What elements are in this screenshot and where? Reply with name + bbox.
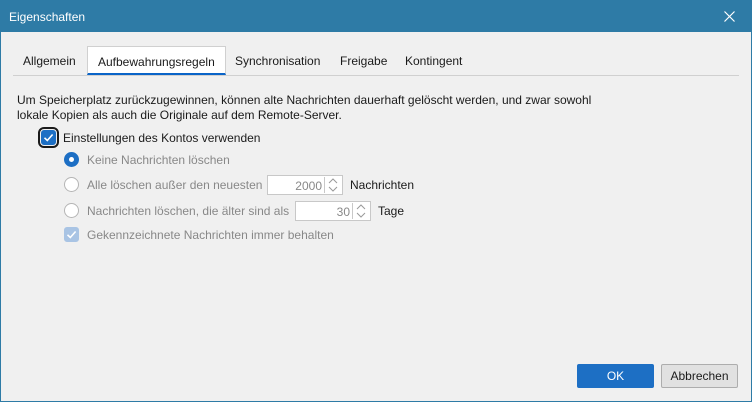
newest-count-spinner[interactable]: 2000 (267, 175, 343, 195)
close-button[interactable] (707, 1, 751, 32)
days-unit: Tage (378, 204, 405, 218)
keep-flagged-label: Gekennzeichnete Nachrichten immer behalt… (87, 228, 334, 242)
properties-dialog: Eigenschaften Allgemein Aufbewahrungsreg… (0, 0, 752, 402)
checkmark-icon (66, 230, 77, 239)
account-settings-label: Einstellungen des Kontos verwenden (63, 131, 261, 145)
tab-kontingent[interactable]: Kontingent (395, 46, 472, 74)
up-down-arrows-icon (356, 204, 366, 218)
spinner-arrows[interactable] (324, 177, 341, 193)
radio-keep-newest-label: Alle löschen außer den neuesten (87, 178, 263, 192)
ok-button[interactable]: OK (577, 364, 654, 388)
tab-synchronisation[interactable]: Synchronisation (225, 46, 330, 74)
days-spinner[interactable]: 30 (295, 201, 371, 221)
tab-allgemein[interactable]: Allgemein (13, 46, 86, 74)
cancel-button[interactable]: Abbrechen (661, 364, 738, 388)
title-bar: Eigenschaften (1, 1, 751, 32)
radio-older-than[interactable] (64, 203, 79, 218)
radio-older-than-label: Nachrichten löschen, die älter sind als (87, 204, 290, 218)
radio-keep-all[interactable] (64, 152, 79, 167)
close-icon (723, 11, 735, 22)
spinner-arrows[interactable] (352, 203, 369, 219)
newest-count-unit: Nachrichten (350, 178, 415, 192)
newest-count-value: 2000 (295, 179, 322, 193)
keep-flagged-checkbox[interactable] (64, 227, 79, 242)
radio-keep-newest[interactable] (64, 177, 79, 192)
description-text: Um Speicherplatz zurückzugewinnen, könne… (17, 93, 592, 122)
tab-aufbewahrungsregeln[interactable]: Aufbewahrungsregeln (87, 46, 226, 75)
up-down-arrows-icon (328, 178, 338, 192)
days-value: 30 (336, 205, 350, 219)
window-title: Eigenschaften (9, 10, 86, 24)
tab-freigabe[interactable]: Freigabe (330, 46, 397, 74)
checkmark-icon (43, 133, 54, 142)
account-settings-checkbox[interactable] (38, 127, 59, 148)
radio-keep-all-label: Keine Nachrichten löschen (87, 153, 230, 167)
tab-bar: Allgemein Aufbewahrungsregeln Synchronis… (13, 46, 739, 76)
